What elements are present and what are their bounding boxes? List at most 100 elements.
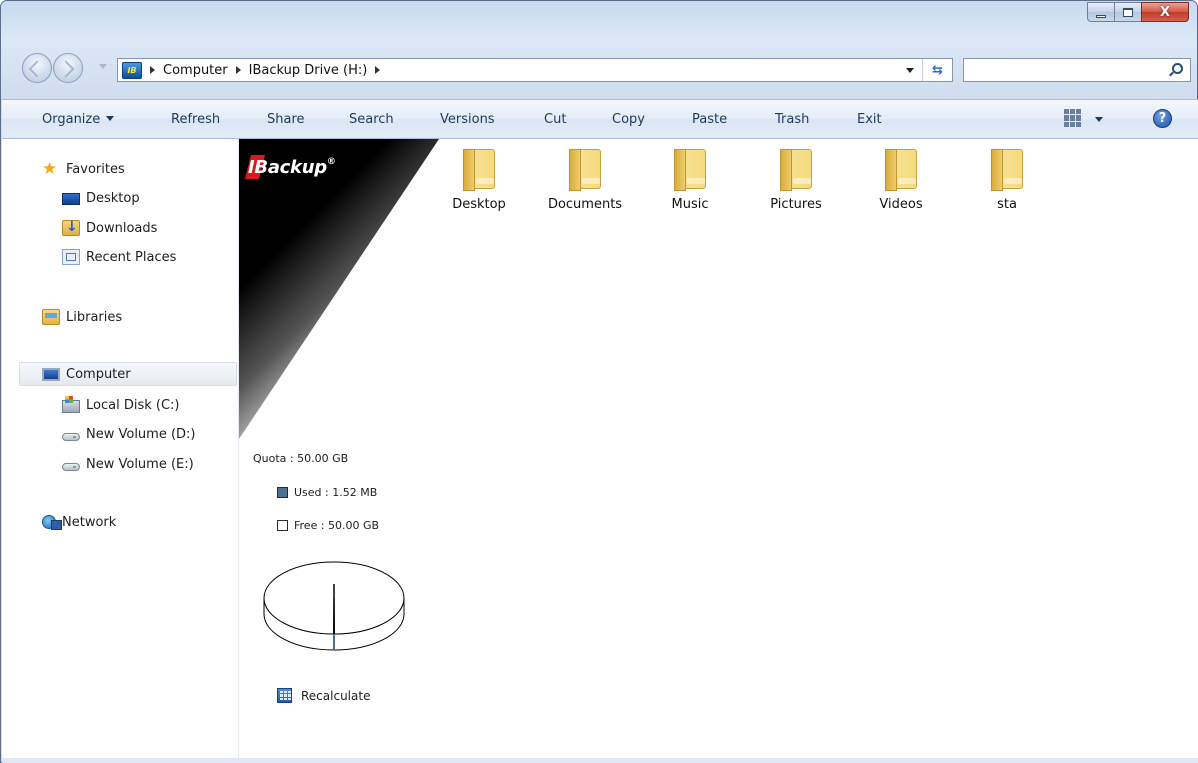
maximize-icon — [1123, 7, 1133, 17]
maximize-button[interactable] — [1114, 2, 1142, 22]
refresh-address-button[interactable]: ⇆ — [922, 59, 952, 81]
calculator-icon — [277, 688, 292, 703]
help-icon[interactable]: ? — [1153, 109, 1172, 128]
copy-button[interactable]: Copy — [612, 112, 645, 127]
quota-free-legend: Free : 50.00 GB — [277, 519, 379, 532]
breadcrumb-separator-icon[interactable] — [375, 66, 381, 74]
quota-free-label: Free : 50.00 GB — [294, 519, 380, 532]
sidebar-item-label: Libraries — [66, 309, 123, 325]
recalculate-button[interactable]: Recalculate — [277, 688, 370, 703]
free-swatch — [277, 520, 288, 531]
ibackup-drive-icon: IB — [122, 61, 142, 79]
local-disk-icon — [62, 396, 80, 413]
organize-label: Organize — [42, 112, 101, 127]
address-bar[interactable]: IB Computer IBackup Drive (H:) ⇆ — [117, 58, 953, 82]
recent-pages-dropdown[interactable] — [99, 64, 107, 69]
minimize-button[interactable] — [1087, 2, 1115, 22]
window-controls: X — [1087, 2, 1189, 22]
sidebar-item-libraries[interactable]: Libraries — [42, 305, 122, 329]
chevron-down-icon — [106, 116, 115, 121]
folder-label: Documents — [547, 197, 623, 212]
folder-label: sta — [997, 197, 1017, 212]
ibackup-logo: IBackup® — [248, 157, 336, 178]
search-input[interactable] — [963, 58, 1191, 82]
sidebar-item-network[interactable]: Network — [42, 510, 116, 534]
sidebar-item-label: Downloads — [86, 220, 158, 236]
folder-item-videos[interactable]: Videos — [856, 149, 946, 212]
sidebar-item-label: Local Disk (C:) — [86, 397, 180, 413]
back-button[interactable] — [22, 53, 52, 83]
sidebar-item-new-volume-e[interactable]: New Volume (E:) — [62, 452, 194, 476]
sidebar-item-downloads[interactable]: Downloads — [62, 216, 157, 240]
status-bar — [2, 758, 1198, 763]
used-swatch — [277, 487, 288, 498]
drive-icon — [62, 462, 80, 471]
explorer-window: X IB Computer IBackup Drive (H:) ⇆ Organ… — [0, 0, 1198, 763]
recent-places-icon — [62, 249, 80, 265]
sidebar-item-label: New Volume (E:) — [86, 456, 194, 472]
refresh-arrows-icon: ⇆ — [932, 62, 943, 78]
address-dropdown-icon[interactable] — [906, 68, 914, 73]
sidebar-item-label: Recent Places — [86, 249, 177, 265]
folder-label: Desktop — [452, 197, 506, 212]
sidebar-item-recent-places[interactable]: Recent Places — [62, 245, 176, 269]
folder-item-music[interactable]: Music — [645, 149, 735, 212]
folder-label: Music — [671, 197, 709, 212]
network-icon — [42, 515, 62, 530]
quota-total-label: Quota : 50.00 GB — [253, 452, 349, 465]
folder-icon — [569, 149, 601, 191]
folder-icon — [885, 149, 917, 191]
sidebar-item-label: New Volume (D:) — [86, 426, 196, 442]
paste-button[interactable]: Paste — [692, 112, 727, 127]
drive-icon — [62, 432, 80, 441]
refresh-button[interactable]: Refresh — [171, 112, 220, 127]
star-icon: ★ — [42, 159, 58, 179]
sidebar-item-label: Desktop — [86, 190, 140, 206]
navigation-pane: ★ Favorites Desktop Downloads Recent Pla… — [2, 139, 239, 759]
sidebar-item-label: Favorites — [66, 161, 125, 177]
quota-used-label: Used : 1.52 MB — [294, 486, 378, 499]
quota-pie-chart — [263, 557, 413, 670]
file-list-pane[interactable]: IBackup® Desktop Documents Music Picture… — [239, 139, 1198, 759]
quota-pie-svg — [263, 561, 405, 651]
exit-button[interactable]: Exit — [857, 112, 882, 127]
sidebar-item-desktop[interactable]: Desktop — [62, 186, 140, 210]
share-button[interactable]: Share — [267, 112, 305, 127]
sidebar-item-local-disk-c[interactable]: Local Disk (C:) — [62, 393, 179, 417]
folder-icon — [780, 149, 812, 191]
forward-button[interactable] — [53, 53, 83, 83]
quota-used-legend: Used : 1.52 MB — [277, 486, 377, 499]
sidebar-item-label: Network — [62, 514, 117, 530]
sidebar-item-new-volume-d[interactable]: New Volume (D:) — [62, 422, 196, 446]
change-view-icon[interactable] — [1064, 109, 1082, 127]
cut-button[interactable]: Cut — [544, 112, 566, 127]
folder-label: Videos — [879, 197, 923, 212]
search-icon[interactable] — [1172, 63, 1183, 74]
ibackup-logo-backdrop — [239, 139, 439, 439]
folder-icon — [463, 149, 495, 191]
folder-item-desktop[interactable]: Desktop — [434, 149, 524, 212]
versions-button[interactable]: Versions — [440, 112, 495, 127]
breadcrumb-computer[interactable]: Computer — [163, 63, 228, 78]
folder-icon — [991, 149, 1023, 191]
sidebar-item-computer[interactable]: Computer — [19, 362, 237, 386]
breadcrumb-ibackup-drive[interactable]: IBackup Drive (H:) — [249, 63, 368, 78]
computer-icon — [42, 367, 60, 381]
search-button[interactable]: Search — [349, 112, 394, 127]
sidebar-item-favorites[interactable]: ★ Favorites — [42, 157, 125, 181]
downloads-folder-icon — [62, 219, 80, 236]
folder-item-documents[interactable]: Documents — [540, 149, 630, 212]
organize-button[interactable]: Organize — [42, 112, 115, 127]
breadcrumb-separator-icon[interactable] — [235, 66, 241, 74]
libraries-icon — [42, 309, 60, 325]
minimize-icon — [1096, 14, 1106, 18]
view-options-dropdown-icon[interactable] — [1095, 117, 1103, 122]
breadcrumb-separator-icon[interactable] — [150, 66, 155, 74]
close-icon: X — [1159, 4, 1171, 20]
command-bar: Organize Refresh Share Search Versions C… — [2, 99, 1198, 139]
folder-item-sta[interactable]: sta — [962, 149, 1052, 212]
sidebar-item-label: Computer — [66, 366, 131, 382]
close-button[interactable]: X — [1141, 2, 1189, 22]
trash-button[interactable]: Trash — [775, 112, 809, 127]
folder-item-pictures[interactable]: Pictures — [751, 149, 841, 212]
